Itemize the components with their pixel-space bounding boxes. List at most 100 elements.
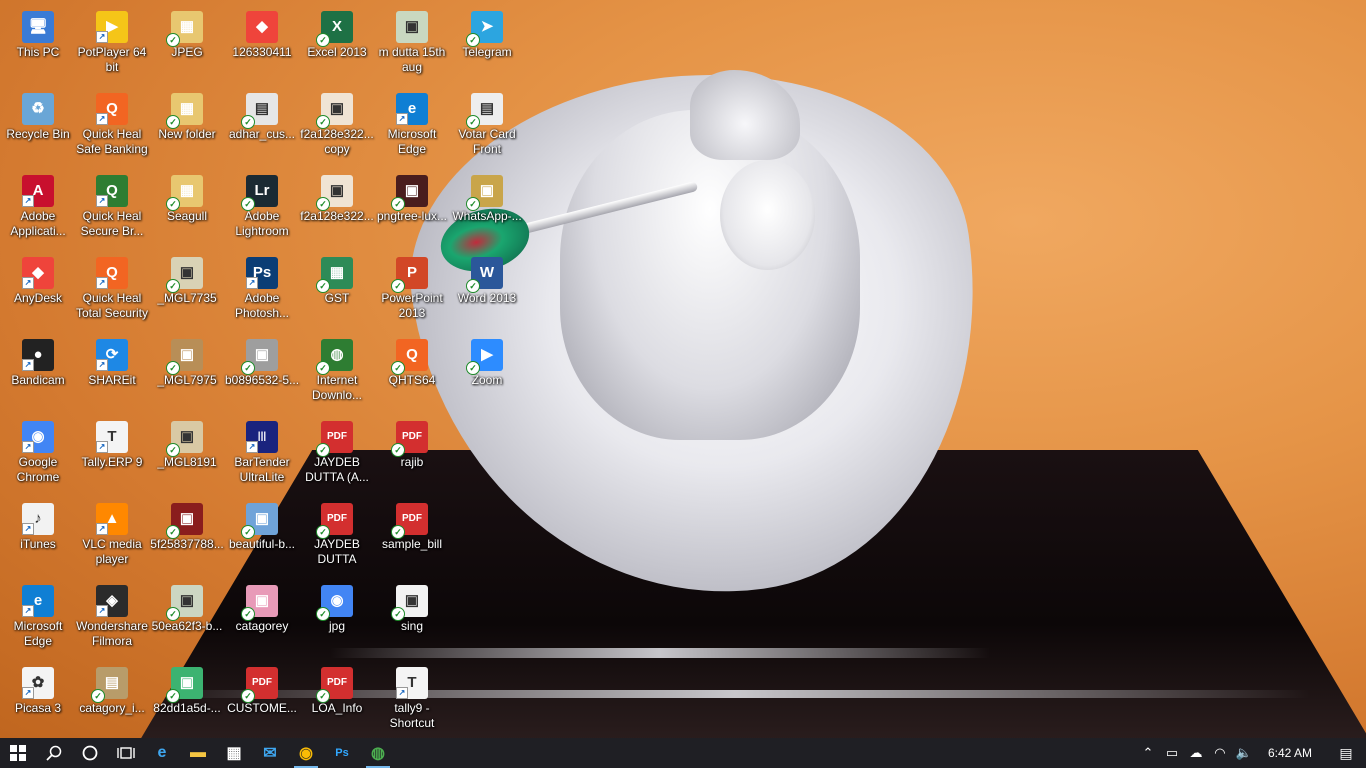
- desktop-icon[interactable]: ▣ ✓ catagorey: [224, 579, 300, 657]
- desktop-icon-label: JAYDEB DUTTA: [314, 537, 360, 566]
- desktop-icon[interactable]: ▣ ✓ _MGL7975: [149, 333, 225, 411]
- desktop-icon[interactable]: ▤ ✓ Votar Card Front: [449, 87, 525, 165]
- desktop-icon[interactable]: 🖥 This PC: [0, 5, 76, 83]
- desktop-icon[interactable]: ▣ ✓ WhatsApp-...: [449, 169, 525, 247]
- desktop-icon[interactable]: PDF ✓ rajib: [374, 415, 450, 493]
- sync-check-icon: ✓: [91, 689, 105, 703]
- desktop-icon[interactable]: ◉ ↗ Google Chrome: [0, 415, 76, 493]
- desktop-icon[interactable]: ▦ ✓ GST: [299, 251, 375, 329]
- taskbar: e ▬ ▦ ✉ ◉ Ps ◍ ⌃ ▭ ☁ ◠ 🔈 6:42 AM ▤: [0, 738, 1366, 768]
- desktop-icon[interactable]: ▣ m dutta 15th aug: [374, 5, 450, 83]
- taskbar-app-button[interactable]: ◉: [288, 738, 324, 768]
- taskbar-app-button[interactable]: e: [144, 738, 180, 768]
- desktop-icon[interactable]: ▦ ✓ JPEG: [149, 5, 225, 83]
- desktop-icon[interactable]: ▣ ✓ pngtree-lux...: [374, 169, 450, 247]
- desktop-icon[interactable]: ♻ Recycle Bin: [0, 87, 76, 165]
- taskbar-app-button[interactable]: Ps: [324, 738, 360, 768]
- desktop-icon[interactable]: ⟳ ↗ SHAREit: [74, 333, 150, 411]
- desktop-icon[interactable]: ▣ ✓ 82dd1a5d-...: [149, 661, 225, 739]
- desktop-icon[interactable]: Q ↗ Quick Heal Secure Br...: [74, 169, 150, 247]
- desktop-icon[interactable]: X ✓ Excel 2013: [299, 5, 375, 83]
- tray-onedrive-button[interactable]: ☁: [1184, 738, 1208, 768]
- sync-check-icon: ✓: [316, 443, 330, 457]
- desktop-icon[interactable]: ➤ ✓ Telegram: [449, 5, 525, 83]
- desktop-icon[interactable]: ▶ ✓ Zoom: [449, 333, 525, 411]
- desktop-icon-label: Word 2013: [457, 291, 517, 305]
- desktop-icon[interactable]: ▣ ✓ f2a128e322... copy: [299, 87, 375, 165]
- tray-volume-button[interactable]: 🔈: [1232, 738, 1256, 768]
- desktop-icon[interactable]: A ↗ Adobe Applicati...: [0, 169, 76, 247]
- desktop-icon[interactable]: Q ↗ Quick Heal Safe Banking: [74, 87, 150, 165]
- desktop-icon[interactable]: P ✓ PowerPoint 2013: [374, 251, 450, 329]
- desktop-icon[interactable]: ◉ ✓ jpg: [299, 579, 375, 657]
- desktop-icon-label: jpg: [328, 619, 345, 633]
- start-button[interactable]: [0, 738, 36, 768]
- desktop-icon[interactable]: ◍ ✓ Internet Downlo...: [299, 333, 375, 411]
- desktop-icon[interactable]: ▦ ✓ Seagull: [149, 169, 225, 247]
- desktop-icon[interactable]: e ↗ Microsoft Edge: [0, 579, 76, 657]
- desktop-icon[interactable]: ▤ ✓ adhar_cus...: [224, 87, 300, 165]
- desktop-icon-image: ▣ ✓: [391, 175, 428, 211]
- desktop-icon-image: PDF ✓: [391, 503, 428, 539]
- taskbar-app-button[interactable]: ▦: [216, 738, 252, 768]
- desktop-icon[interactable]: ● ↗ Bandicam: [0, 333, 76, 411]
- desktop-icon[interactable]: e ↗ Microsoft Edge: [374, 87, 450, 165]
- task-view-button[interactable]: [108, 738, 144, 768]
- desktop-icon[interactable]: T ↗ tally9 - Shortcut: [374, 661, 450, 739]
- desktop-icon-label: Microsoft Edge: [13, 619, 63, 648]
- taskbar-clock[interactable]: 6:42 AM: [1256, 746, 1326, 760]
- desktop-icon[interactable]: ▣ ✓ beautiful-b...: [224, 497, 300, 575]
- windows-logo-icon: [10, 745, 26, 761]
- desktop-icon[interactable]: ▣ ✓ _MGL7735: [149, 251, 225, 329]
- taskbar-app-button[interactable]: ▬: [180, 738, 216, 768]
- desktop-icon-image: ||| ↗: [246, 421, 278, 453]
- desktop-icon-label: beautiful-b...: [228, 537, 296, 551]
- desktop-icon[interactable]: PDF ✓ JAYDEB DUTTA (A...: [299, 415, 375, 493]
- tray-show-hidden-button[interactable]: ⌃: [1136, 738, 1160, 768]
- shortcut-arrow-icon: ↗: [96, 523, 108, 535]
- desktop-icon[interactable]: W ✓ Word 2013: [449, 251, 525, 329]
- desktop-icon[interactable]: T ↗ Tally.ERP 9: [74, 415, 150, 493]
- taskbar-app-button[interactable]: ◍: [360, 738, 396, 768]
- desktop-icon[interactable]: PDF ✓ sample_bill: [374, 497, 450, 575]
- taskbar-app-button[interactable]: ✉: [252, 738, 288, 768]
- desktop-icon[interactable]: PDF ✓ LOA_Info: [299, 661, 375, 739]
- desktop-icon[interactable]: ▶ ↗ PotPlayer 64 bit: [74, 5, 150, 83]
- desktop-icon-image: ◆ ↗: [22, 257, 54, 289]
- desktop-icon[interactable]: PDF ✓ CUSTOME...: [224, 661, 300, 739]
- desktop-icon[interactable]: ▣ ✓ f2a128e322...: [299, 169, 375, 247]
- action-center-button[interactable]: ▤: [1326, 738, 1366, 768]
- tray-device-button[interactable]: ▭: [1160, 738, 1184, 768]
- desktop-icon[interactable]: ▣ ✓ 50ea62f3-b...: [149, 579, 225, 657]
- desktop-icon[interactable]: ▦ ✓ New folder: [149, 87, 225, 165]
- desktop-icon[interactable]: Lr ✓ Adobe Lightroom: [224, 169, 300, 247]
- desktop-icon[interactable]: ◆ 126330411: [224, 5, 300, 83]
- desktop-icon[interactable]: Ps ↗ Adobe Photosh...: [224, 251, 300, 329]
- desktop-icon[interactable]: Q ✓ QHTS64: [374, 333, 450, 411]
- desktop-icon[interactable]: ◈ ↗ Wondershare Filmora: [74, 579, 150, 657]
- search-button[interactable]: [36, 738, 72, 768]
- desktop-icon-image: ▣ ✓: [166, 257, 203, 293]
- tray-wifi-button[interactable]: ◠: [1208, 738, 1232, 768]
- desktop-icon[interactable]: ✿ ↗ Picasa 3: [0, 661, 76, 739]
- desktop-icon[interactable]: ▣ ✓ _MGL8191: [149, 415, 225, 493]
- sync-check-icon: ✓: [391, 279, 405, 293]
- desktop-icon[interactable]: ♪ ↗ iTunes: [0, 497, 76, 575]
- desktop-icon-image: ▶ ↗: [96, 11, 128, 43]
- desktop-icon[interactable]: ◆ ↗ AnyDesk: [0, 251, 76, 329]
- desktop-icon-label: rajib: [400, 455, 424, 469]
- desktop-icon-label: Google Chrome: [16, 455, 60, 484]
- desktop-icon[interactable]: ▣ ✓ b0896532-5...: [224, 333, 300, 411]
- desktop-icon[interactable]: ▣ ✓ 5f25837788...: [149, 497, 225, 575]
- cortana-button[interactable]: [72, 738, 108, 768]
- desktop-icon-image: ♪ ↗: [22, 503, 54, 535]
- desktop-icon[interactable]: ▤ ✓ catagory_i...: [74, 661, 150, 739]
- shortcut-arrow-icon: ↗: [96, 195, 108, 207]
- desktop-icon[interactable]: Q ↗ Quick Heal Total Security: [74, 251, 150, 329]
- desktop-icon[interactable]: ▣ ✓ sing: [374, 579, 450, 657]
- desktop-icon[interactable]: PDF ✓ JAYDEB DUTTA: [299, 497, 375, 575]
- desktop-icon[interactable]: ||| ↗ BarTender UltraLite: [224, 415, 300, 493]
- shortcut-arrow-icon: ↗: [96, 277, 108, 289]
- desktop-icon-image: ▣ ✓: [166, 667, 203, 703]
- desktop-icon[interactable]: ▲ ↗ VLC media player: [74, 497, 150, 575]
